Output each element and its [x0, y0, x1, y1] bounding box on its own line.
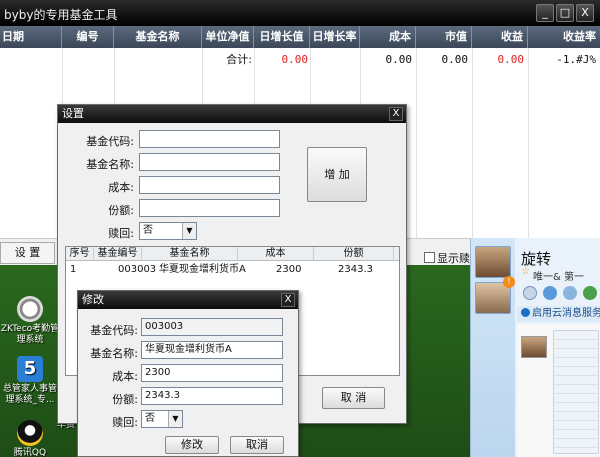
maximize-button[interactable]: □ [556, 4, 574, 22]
video-icon[interactable] [543, 286, 557, 300]
settings-close-button[interactable]: X [389, 107, 403, 121]
desktop-icon-label: 腾讯QQ [13, 448, 47, 457]
col-cost[interactable]: 成本 [360, 26, 416, 48]
grid-divider [416, 48, 417, 238]
notification-badge-icon: ! [503, 276, 515, 288]
list-col-index[interactable]: 序号 [66, 247, 94, 261]
desktop-icon-hr-system[interactable]: 5 总管家人事管理系统_专... [0, 356, 60, 406]
list-cell-name: 华夏现金增利货币A [159, 264, 246, 275]
settings-dialog-title: 设置 [58, 105, 406, 123]
fund-code-input[interactable] [139, 130, 280, 148]
list-col-shares[interactable]: 份额 [314, 247, 394, 261]
chat-history[interactable] [517, 324, 600, 457]
clock-icon [17, 296, 43, 322]
chevron-down-icon: ▼ [182, 223, 196, 239]
cloud-message-link[interactable]: 启用云消息服务， [517, 306, 600, 322]
cost-label: 成本: [108, 181, 134, 194]
edit-fund-name-label: 基金名称: [90, 347, 138, 360]
col-nav[interactable]: 单位净值 [202, 26, 254, 48]
qq-chat-panel: ! ☆ 旋转 唯一& 第一 启用云消息服务， [470, 238, 600, 457]
col-market-value[interactable]: 市值 [416, 26, 472, 48]
list-cell-shares: 2343.3 [338, 264, 373, 275]
desktop-icon-label: 总管家人事管理系统_专... [2, 384, 57, 405]
microphone-icon[interactable] [523, 286, 537, 300]
add-button[interactable]: 增 加 [307, 147, 367, 202]
fund-list-header: 序号 基金编号 基金名称 成本 份额 [66, 247, 399, 261]
redeem-label: 赎回: [108, 227, 134, 240]
edit-close-button[interactable]: X [281, 293, 295, 307]
fund-name-input[interactable] [139, 153, 280, 171]
title-bar: byby的专用基金工具 _ □ X [0, 0, 600, 26]
fund-name-label: 基金名称: [86, 158, 134, 171]
total-daily-growth: 0.00 [281, 53, 309, 66]
qq-contact-sidebar: ! [471, 238, 515, 457]
desktop-icon-zkteco[interactable]: ZKTeco考勤管理系统 [0, 296, 60, 346]
redeem-select[interactable]: 否 ▼ [139, 222, 197, 240]
contact-name: 旋转 [521, 250, 552, 268]
col-fund-name[interactable]: 基金名称 [114, 26, 202, 48]
list-cell-code: 003003 [118, 264, 157, 275]
modify-button[interactable]: 修改 [165, 436, 219, 454]
totals-label: 合计: [226, 53, 252, 66]
contact-signature: 唯一& 第一 [533, 272, 584, 283]
total-return-rate: -1.#J% [556, 53, 596, 66]
redeem-select-value: 否 [143, 225, 153, 236]
col-daily-rate[interactable]: 日增长率 [310, 26, 360, 48]
shares-label: 份额: [108, 204, 134, 217]
fund-code-label: 基金代码: [86, 135, 134, 148]
app-share-icon[interactable] [583, 286, 597, 300]
total-profit: 0.00 [497, 53, 525, 66]
edit-cancel-button[interactable]: 取消 [230, 436, 284, 454]
list-col-code[interactable]: 基金编号 [94, 247, 142, 261]
screen-share-icon[interactable] [563, 286, 577, 300]
cost-input[interactable] [139, 176, 280, 194]
edit-fund-code-label: 基金代码: [90, 324, 138, 337]
edit-fund-code-input[interactable]: 003003 [141, 318, 283, 336]
edit-fund-name-input[interactable]: 华夏现金增利货币A [141, 341, 283, 359]
qq-penguin-icon [17, 420, 43, 446]
edit-shares-label: 份额: [112, 393, 138, 406]
col-return-rate[interactable]: 收益率 [528, 26, 600, 48]
info-icon [521, 308, 530, 317]
close-button[interactable]: X [576, 4, 594, 22]
edit-cost-input[interactable]: 2300 [141, 364, 283, 382]
sender-avatar [521, 336, 547, 358]
minimize-button[interactable]: _ [536, 4, 554, 22]
cloud-message-link-label: 启用云消息服务， [532, 308, 600, 319]
checkbox-box[interactable] [424, 252, 435, 263]
col-code[interactable]: 编号 [62, 26, 114, 48]
total-cost: 0.00 [385, 53, 413, 66]
grid-divider [472, 48, 473, 238]
chevron-down-icon: ▼ [168, 411, 182, 427]
list-cell-cost: 2300 [276, 264, 302, 275]
grid-divider [528, 48, 529, 238]
settings-button[interactable]: 设 置 [0, 242, 55, 264]
window-title: byby的专用基金工具 [4, 8, 118, 22]
grid-header: 日期 编号 基金名称 单位净值 日增长值 日增长率 成本 市值 收益 收益率 [0, 26, 600, 48]
total-market-value: 0.00 [441, 53, 469, 66]
edit-dialog-title: 修改 [78, 291, 298, 309]
desktop-icon-label: ZKTeco考勤管理系统 [0, 324, 60, 345]
list-col-cost[interactable]: 成本 [238, 247, 314, 261]
col-profit[interactable]: 收益 [472, 26, 528, 48]
edit-redeem-select-value: 否 [145, 413, 155, 424]
col-daily-growth[interactable]: 日增长值 [254, 26, 310, 48]
col-date[interactable]: 日期 [0, 26, 62, 48]
settings-cancel-button[interactable]: 取 消 [322, 387, 385, 409]
shares-input[interactable] [139, 199, 280, 217]
list-col-name[interactable]: 基金名称 [142, 247, 238, 261]
edit-dialog: 修改 X 基金代码: 003003 基金名称: 华夏现金增利货币A 成本: 23… [77, 290, 299, 457]
five-icon: 5 [17, 356, 43, 382]
list-cell-index: 1 [70, 264, 77, 275]
edit-redeem-label: 赎回: [112, 416, 138, 429]
edit-cost-label: 成本: [112, 370, 138, 383]
shared-image-thumbnail[interactable] [553, 330, 599, 454]
edit-shares-input[interactable]: 2343.3 [141, 387, 283, 405]
contact-avatar[interactable] [475, 246, 511, 278]
edit-redeem-select[interactable]: 否 ▼ [141, 410, 183, 428]
